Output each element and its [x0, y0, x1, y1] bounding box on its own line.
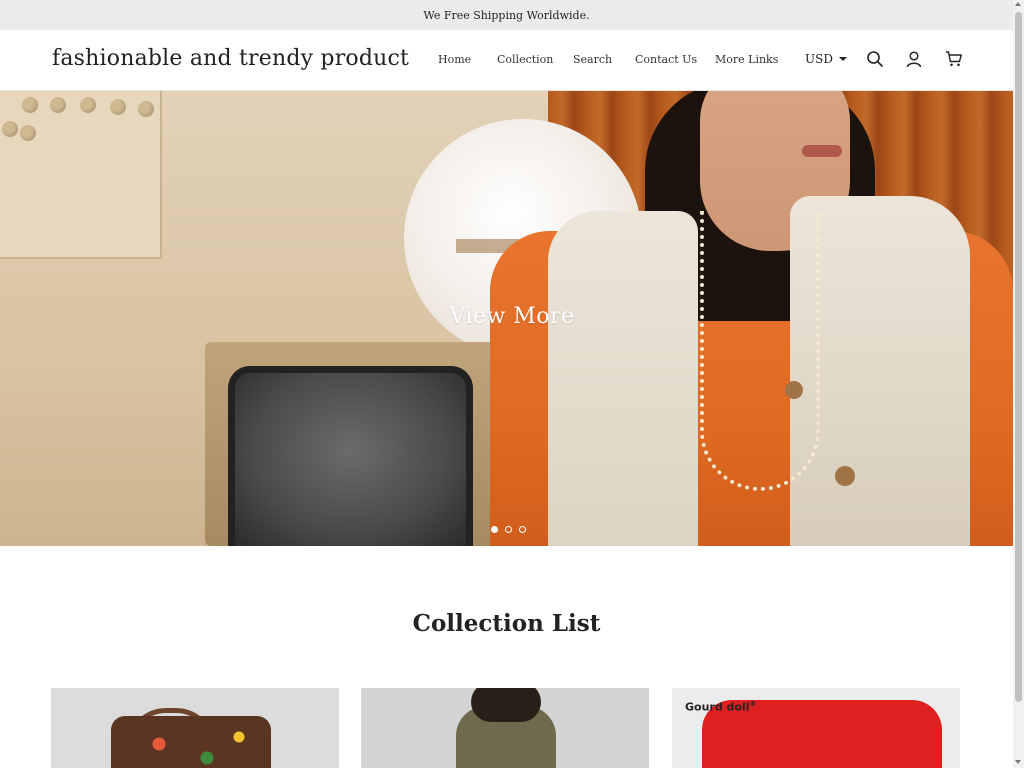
scroll-up-arrow-icon[interactable]: [1015, 2, 1021, 6]
vest-button: [785, 381, 803, 399]
model-lips: [802, 145, 842, 157]
nav-collection[interactable]: Collection: [497, 53, 553, 66]
view-more-button[interactable]: View More: [0, 304, 1013, 329]
panel-knob: [138, 101, 154, 117]
site-header: fashionable and trendy product Home Coll…: [0, 30, 1013, 91]
slide-dot-1[interactable]: [491, 526, 498, 533]
currency-selector[interactable]: USD: [805, 52, 847, 66]
model-hair: [471, 688, 541, 722]
collection-card-sweater[interactable]: Gourd doll®: [672, 688, 960, 768]
cart-icon[interactable]: [945, 50, 963, 68]
collection-list-title: Collection List: [412, 610, 601, 637]
floral-bag-image: [111, 716, 271, 768]
chevron-down-icon: [838, 57, 847, 61]
scroll-down-arrow-icon[interactable]: [1015, 760, 1021, 764]
necklace: [700, 211, 820, 491]
search-icon[interactable]: [866, 50, 884, 68]
announcement-text: We Free Shipping Worldwide.: [423, 8, 590, 22]
panel-knob: [110, 99, 126, 115]
panel-knob: [50, 97, 66, 113]
slideshow-dots: [491, 526, 526, 533]
hero-banner[interactable]: View More: [0, 91, 1013, 546]
vest-button: [835, 466, 855, 486]
slide-dot-3[interactable]: [519, 526, 526, 533]
slide-dot-2[interactable]: [505, 526, 512, 533]
tv-screen: [228, 366, 473, 546]
nav-search[interactable]: Search: [573, 53, 612, 66]
announcement-bar: We Free Shipping Worldwide.: [0, 0, 1013, 30]
nav-more-links[interactable]: More Links: [715, 53, 778, 66]
panel-knob: [2, 121, 18, 137]
nav-contact-us[interactable]: Contact Us: [635, 53, 697, 66]
vertical-scrollbar[interactable]: [1013, 0, 1024, 768]
site-title[interactable]: fashionable and trendy product: [52, 46, 409, 71]
vest-left: [548, 211, 698, 546]
panel-knob: [22, 97, 38, 113]
collection-card-jacket[interactable]: [361, 688, 649, 768]
wall-panel: [0, 91, 162, 259]
nav-home[interactable]: Home: [438, 53, 471, 66]
panel-knob: [80, 97, 96, 113]
panel-knob: [20, 125, 36, 141]
retro-tv: [205, 342, 515, 546]
collection-card-bags[interactable]: [51, 688, 339, 768]
user-icon[interactable]: [905, 50, 923, 68]
scroll-thumb[interactable]: [1015, 12, 1022, 702]
gourd-doll-label: Gourd doll®: [685, 700, 757, 714]
currency-label: USD: [805, 52, 833, 66]
